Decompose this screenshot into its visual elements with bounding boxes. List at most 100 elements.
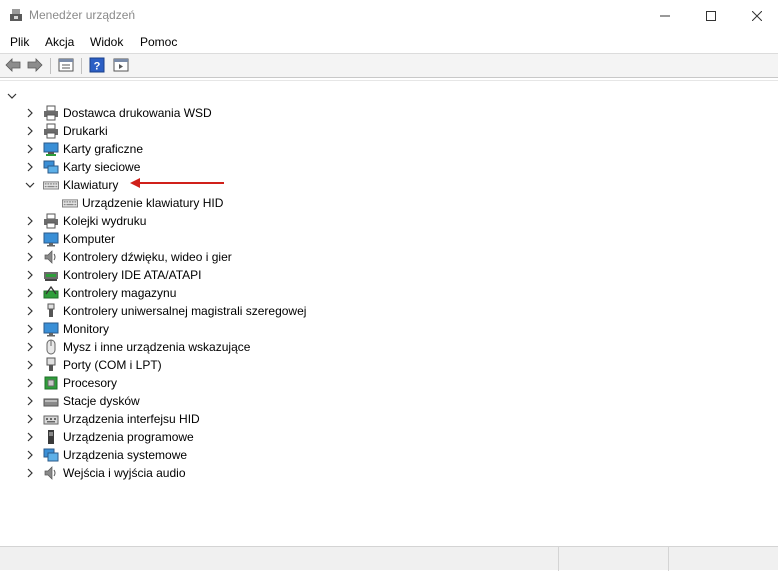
tree-item-label: Wejścia i wyjścia audio — [63, 466, 186, 480]
monitor-icon — [43, 321, 59, 337]
chevron-right-icon[interactable] — [24, 467, 36, 479]
forward-icon — [27, 57, 43, 75]
chevron-right-icon[interactable] — [24, 413, 36, 425]
chevron-right-icon[interactable] — [24, 107, 36, 119]
chevron-right-icon[interactable] — [24, 269, 36, 281]
tree-item-label: Porty (COM i LPT) — [63, 358, 162, 372]
properties-button[interactable] — [57, 57, 75, 75]
update-driver-button[interactable] — [112, 57, 130, 75]
properties-icon — [58, 58, 74, 75]
maximize-button[interactable] — [688, 0, 734, 31]
tree-item[interactable]: Urządzenia interfejsu HID — [24, 410, 200, 428]
tree-item-label: Drukarki — [63, 124, 108, 138]
tree-item[interactable]: Urządzenia systemowe — [24, 446, 187, 464]
speaker-icon — [43, 249, 59, 265]
storage-controller-icon — [43, 285, 59, 301]
tree-item-label: Klawiatury — [63, 178, 119, 192]
chevron-right-icon[interactable] — [24, 143, 36, 155]
tree-item[interactable]: Urządzenia programowe — [24, 428, 194, 446]
device-manager-app-icon — [9, 8, 23, 22]
update-driver-icon — [113, 58, 129, 75]
tree-item[interactable]: Kontrolery magazynu — [24, 284, 176, 302]
tree-item[interactable]: Klawiatury — [24, 176, 118, 194]
toolbar-divider — [50, 58, 51, 74]
chevron-right-icon[interactable] — [24, 323, 36, 335]
tree-item[interactable]: Urządzenie klawiatury HID — [55, 194, 223, 212]
toolbar-divider — [81, 58, 82, 74]
tree-item[interactable]: Karty sieciowe — [24, 158, 140, 176]
tree-item-label: Kontrolery dźwięku, wideo i gier — [63, 250, 232, 264]
ide-controller-icon — [43, 267, 59, 283]
tree-root[interactable] — [6, 87, 18, 105]
tree-item[interactable]: Stacje dysków — [24, 392, 140, 410]
forward-button[interactable] — [26, 57, 44, 75]
collapse-root-chevron-icon[interactable] — [6, 90, 18, 102]
chevron-right-icon[interactable] — [24, 449, 36, 461]
chevron-right-icon[interactable] — [24, 305, 36, 317]
usb-icon — [43, 303, 59, 319]
chevron-right-icon[interactable] — [24, 431, 36, 443]
minimize-button[interactable] — [642, 0, 688, 31]
tree-item[interactable]: Porty (COM i LPT) — [24, 356, 162, 374]
title-bar: Menedżer urządzeń — [0, 0, 778, 31]
tree-item-label: Monitory — [63, 322, 110, 336]
system-device-icon — [43, 447, 59, 463]
close-button[interactable] — [734, 0, 778, 31]
tree-item[interactable]: Kolejki wydruku — [24, 212, 146, 230]
help-button[interactable]: ? — [88, 57, 106, 75]
chevron-right-icon[interactable] — [24, 395, 36, 407]
tree-item-label: Urządzenie klawiatury HID — [82, 196, 224, 210]
device-tree: Dostawca drukowania WSD Drukarki Karty gra… — [0, 80, 778, 546]
tree-item[interactable]: Drukarki — [24, 122, 108, 140]
chevron-right-icon[interactable] — [24, 233, 36, 245]
tree-item[interactable]: Kontrolery dźwięku, wideo i gier — [24, 248, 232, 266]
tree-item[interactable]: Procesory — [24, 374, 117, 392]
printer-icon — [43, 123, 59, 139]
tree-item[interactable]: Dostawca drukowania WSD — [24, 104, 212, 122]
tree-item[interactable]: Wejścia i wyjścia audio — [24, 464, 186, 482]
tree-item[interactable]: Komputer — [24, 230, 115, 248]
keyboard-icon — [43, 177, 59, 193]
menu-view[interactable]: Widok — [90, 35, 123, 49]
software-device-icon — [43, 429, 59, 445]
tree-item-label: Komputer — [63, 232, 116, 246]
mouse-icon — [43, 339, 59, 355]
keyboard-icon — [62, 195, 78, 211]
tree-item[interactable]: Kontrolery uniwersalnej magistrali szere… — [24, 302, 306, 320]
tree-item-label: Karty sieciowe — [63, 160, 141, 174]
tree-item[interactable]: Kontrolery IDE ATA/ATAPI — [24, 266, 202, 284]
chevron-right-icon[interactable] — [24, 359, 36, 371]
menu-help[interactable]: Pomoc — [140, 35, 177, 49]
back-button[interactable] — [4, 57, 22, 75]
chevron-right-icon[interactable] — [24, 251, 36, 263]
chevron-down-icon[interactable] — [24, 179, 36, 191]
audio-io-icon — [43, 465, 59, 481]
printer-icon — [43, 105, 59, 121]
tree-item-label: Kontrolery magazynu — [63, 286, 177, 300]
tree-item-label: Procesory — [63, 376, 118, 390]
menu-file[interactable]: Plik — [10, 35, 29, 49]
annotation-arrow — [130, 178, 224, 188]
tree-item-label: Karty graficzne — [63, 142, 144, 156]
svg-text:?: ? — [94, 60, 101, 72]
port-icon — [43, 357, 59, 373]
chevron-right-icon[interactable] — [24, 161, 36, 173]
chevron-right-icon[interactable] — [24, 377, 36, 389]
processor-icon — [43, 375, 59, 391]
tree-item[interactable]: Monitory — [24, 320, 109, 338]
window-title: Menedżer urządzeń — [29, 8, 136, 22]
chevron-right-icon[interactable] — [24, 215, 36, 227]
tree-item[interactable]: Karty graficzne — [24, 140, 143, 158]
tree-item-label: Mysz i inne urządzenia wskazujące — [63, 340, 251, 354]
network-adapter-icon — [43, 159, 59, 175]
menu-action[interactable]: Akcja — [45, 35, 74, 49]
menu-bar: Plik Akcja Widok Pomoc — [0, 31, 778, 53]
computer-icon — [43, 231, 59, 247]
chevron-right-icon[interactable] — [24, 287, 36, 299]
tree-item[interactable]: Mysz i inne urządzenia wskazujące — [24, 338, 250, 356]
chevron-right-icon[interactable] — [24, 125, 36, 137]
tree-item-label: Kontrolery uniwersalnej magistrali szere… — [63, 304, 307, 318]
chevron-right-icon[interactable] — [24, 341, 36, 353]
print-queue-icon — [43, 213, 59, 229]
tree-item-label: Stacje dysków — [63, 394, 140, 408]
